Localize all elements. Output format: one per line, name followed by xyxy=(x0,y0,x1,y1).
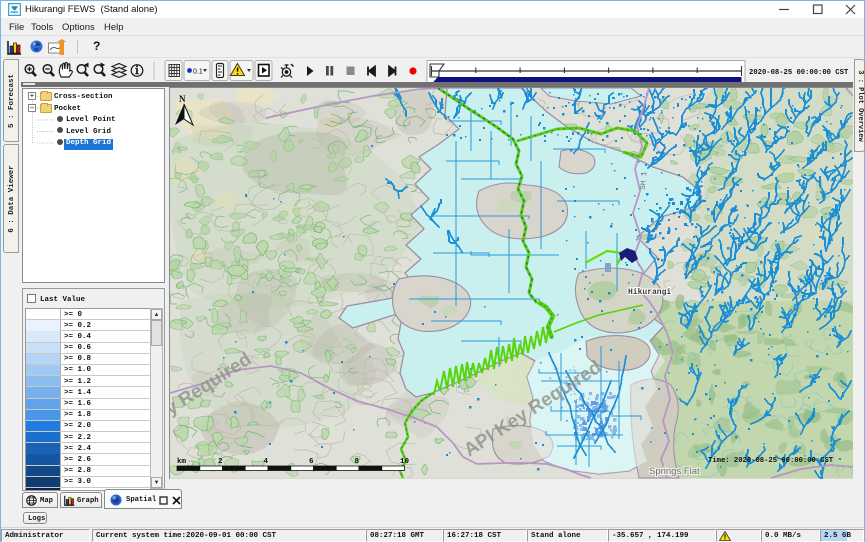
svg-text:Time: 2020-08-25 00:00:00 CST: Time: 2020-08-25 00:00:00 CST xyxy=(708,457,834,465)
svg-text:2: 2 xyxy=(218,458,223,466)
svg-text:10: 10 xyxy=(400,458,410,466)
svg-text:6: 6 xyxy=(309,458,314,466)
svg-text:Springs Flat: Springs Flat xyxy=(649,466,700,477)
svg-text:0.1: 0.1 xyxy=(193,69,203,76)
svg-text:N: N xyxy=(179,94,186,104)
svg-text:Hikurangi: Hikurangi xyxy=(628,288,671,297)
svg-text:4: 4 xyxy=(264,458,269,466)
svg-text:km: km xyxy=(177,458,187,466)
svg-text:SH 1: SH 1 xyxy=(640,171,650,190)
svg-text:8: 8 xyxy=(355,458,360,466)
svg-text:2020-08-25 00:00:00 CST: 2020-08-25 00:00:00 CST xyxy=(749,69,849,77)
